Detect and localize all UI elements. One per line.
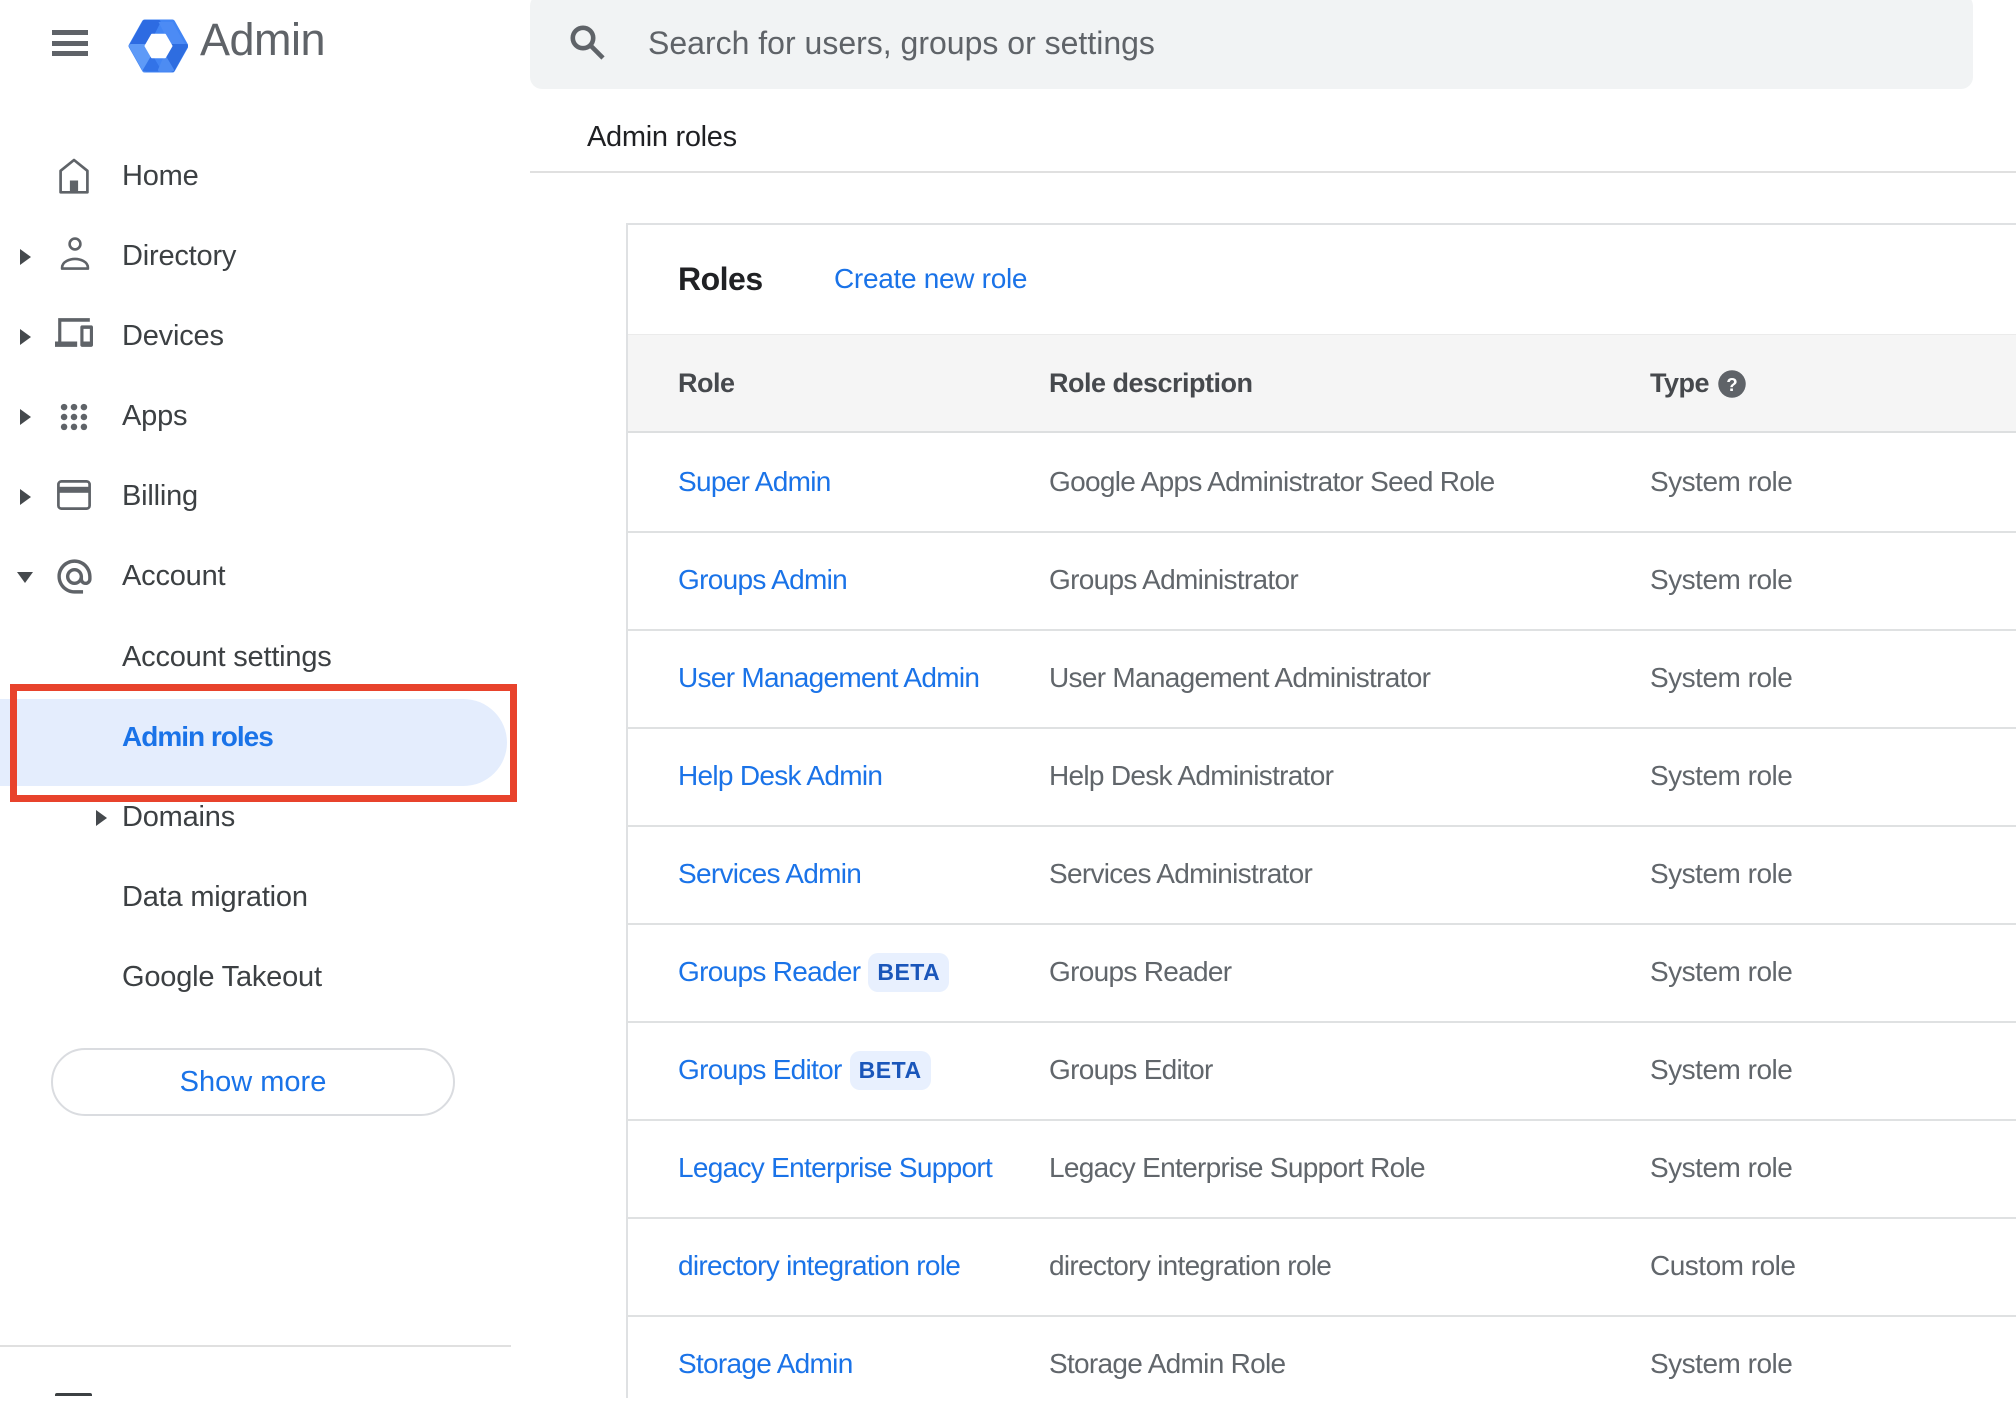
svg-text:?: ?	[1726, 374, 1737, 395]
